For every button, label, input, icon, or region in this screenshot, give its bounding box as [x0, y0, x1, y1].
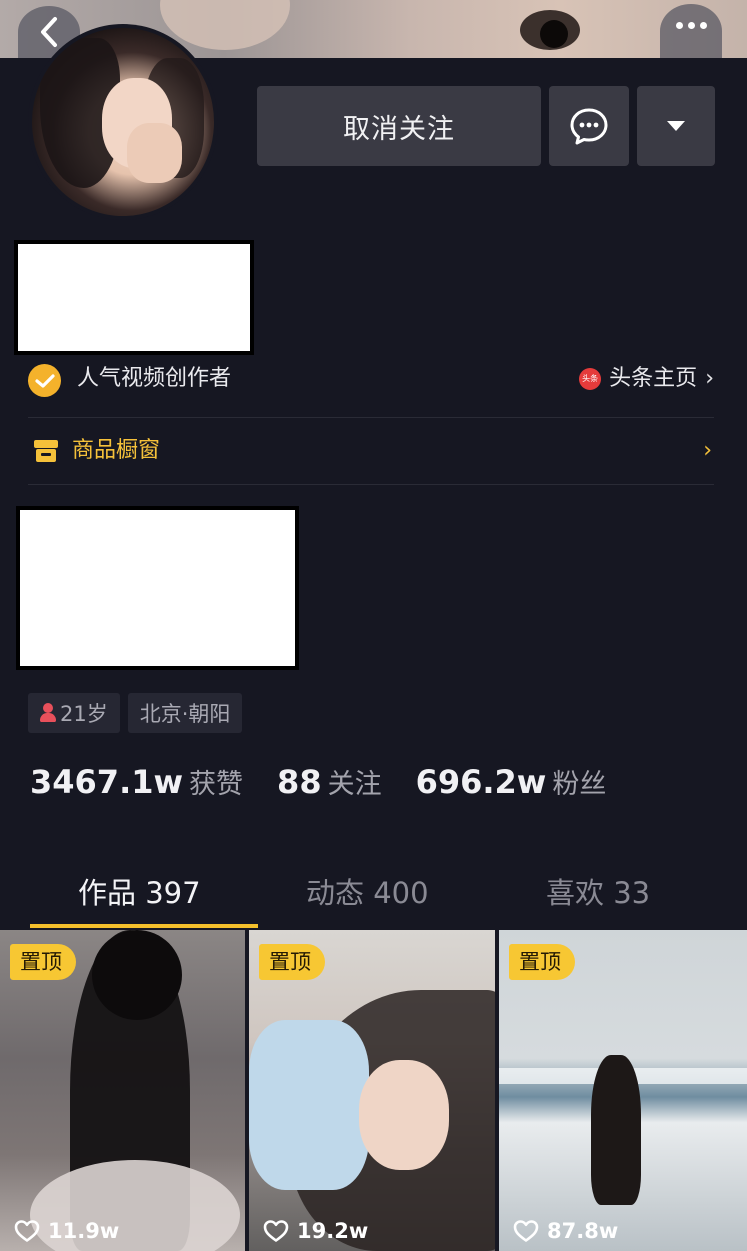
creator-row: 人气视频创作者 头条 头条主页 › — [28, 362, 714, 397]
unfollow-button[interactable]: 取消关注 — [257, 86, 541, 166]
video-thumbnail[interactable]: 置顶 19.2w — [249, 930, 495, 1251]
toutiao-icon: 头条 — [579, 368, 602, 390]
likes-count-text: 19.2w — [297, 1219, 369, 1243]
likes-count-text: 11.9w — [48, 1219, 120, 1243]
divider — [28, 484, 714, 485]
following-label[interactable]: 关注 — [328, 762, 382, 801]
pinned-badge: 置顶 — [10, 944, 76, 980]
video-likes: 87.8w — [513, 1219, 618, 1243]
location-tag: 北京·朝阳 — [127, 693, 243, 733]
video-grid: 置顶 11.9w 置顶 19.2w 置顶 87.8w — [0, 930, 747, 1251]
likes-count: 3467.1w — [30, 763, 184, 801]
message-button[interactable] — [549, 86, 629, 166]
heart-icon — [263, 1220, 289, 1242]
heart-icon — [14, 1220, 40, 1242]
followers-count[interactable]: 696.2w — [416, 763, 547, 801]
shop-window-label: 商品橱窗 — [72, 438, 161, 463]
likes-count-text: 87.8w — [547, 1219, 619, 1243]
active-tab-indicator — [30, 924, 258, 928]
stats-row: 3467.1w 获赞 88 关注 696.2w 粉丝 — [30, 762, 640, 801]
more-button[interactable] — [660, 4, 722, 58]
more-options-dropdown[interactable] — [637, 86, 715, 166]
pinned-badge: 置顶 — [509, 944, 575, 980]
tab-posts[interactable]: 动态 400 — [306, 870, 429, 912]
avatar[interactable] — [28, 24, 218, 220]
creator-badge-label: 人气视频创作者 — [77, 366, 232, 391]
redacted-bio — [16, 506, 299, 670]
heart-icon — [513, 1220, 539, 1242]
video-likes: 11.9w — [14, 1219, 119, 1243]
age-tag: 21岁 — [28, 693, 120, 733]
followers-label[interactable]: 粉丝 — [552, 762, 606, 801]
content-tabs: 作品 397 动态 400 喜欢 33 — [0, 862, 747, 930]
chat-bubble-icon — [570, 108, 608, 145]
redacted-username — [14, 240, 254, 355]
shop-window-row[interactable]: 商品橱窗 › — [28, 432, 714, 472]
video-likes: 19.2w — [263, 1219, 368, 1243]
likes-label: 获赞 — [189, 769, 244, 800]
chevron-right-icon: › — [703, 438, 712, 463]
video-thumbnail[interactable]: 置顶 11.9w — [0, 930, 245, 1251]
more-dots-icon — [675, 21, 683, 29]
shop-icon — [34, 440, 58, 462]
caret-down-icon — [667, 121, 685, 131]
toutiao-label: 头条主页 — [609, 366, 698, 391]
following-count[interactable]: 88 — [277, 763, 322, 801]
age-text: 21岁 — [60, 702, 108, 726]
verified-check-icon — [28, 364, 61, 397]
pinned-badge: 置顶 — [259, 944, 325, 980]
female-icon — [40, 703, 56, 723]
tab-likes[interactable]: 喜欢 33 — [546, 870, 650, 912]
tab-works[interactable]: 作品 397 — [78, 870, 201, 912]
divider — [28, 417, 714, 418]
toutiao-homepage-link[interactable]: 头条 头条主页 › — [579, 364, 714, 394]
chevron-right-icon: › — [705, 366, 714, 391]
video-thumbnail[interactable]: 置顶 87.8w — [499, 930, 747, 1251]
location-text: 北京·朝阳 — [139, 702, 231, 726]
profile-tags: 21岁 北京·朝阳 — [28, 693, 243, 733]
